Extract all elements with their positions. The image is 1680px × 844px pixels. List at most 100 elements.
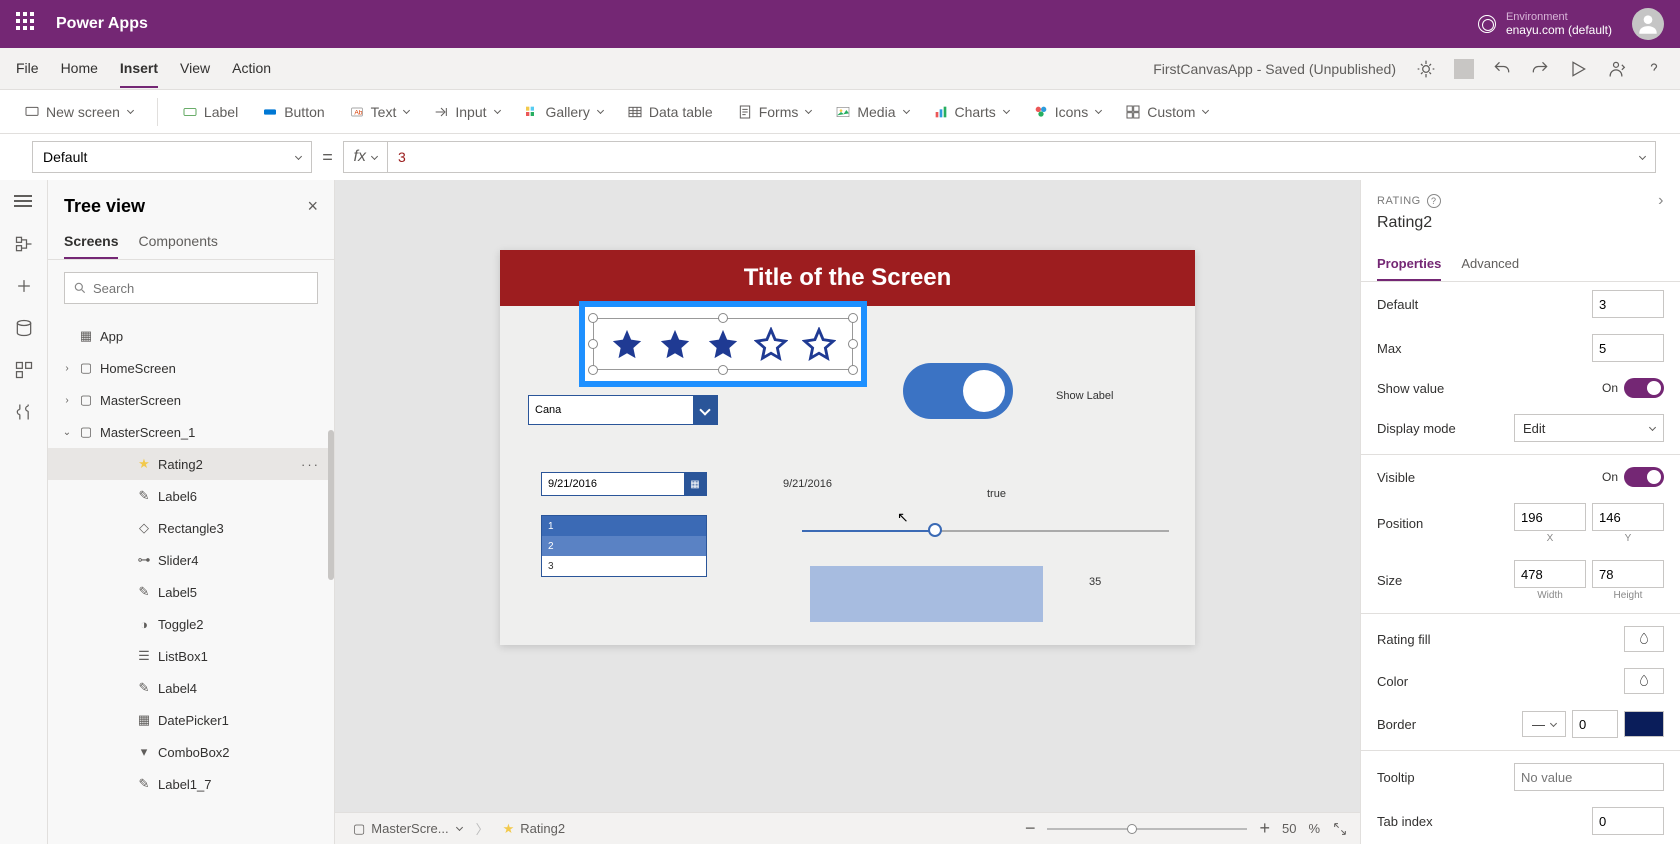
tree-node-combobox2[interactable]: ▾ComboBox2 xyxy=(48,736,334,768)
fx-label[interactable]: fx xyxy=(344,142,388,172)
menu-action[interactable]: Action xyxy=(232,50,271,88)
menu-view[interactable]: View xyxy=(180,50,210,88)
tree-node-slider4[interactable]: ⊶Slider4 xyxy=(48,544,334,576)
tree-scrollbar[interactable] xyxy=(328,430,334,580)
listbox-item[interactable]: 3 xyxy=(542,556,706,576)
prop-tooltip-input[interactable] xyxy=(1514,763,1664,791)
tree-node-toggle2[interactable]: ◑Toggle2 xyxy=(48,608,334,640)
ribbon-media[interactable]: Media xyxy=(835,104,908,120)
listbox-control[interactable]: 1 2 3 xyxy=(541,515,707,577)
prop-border-style[interactable]: — xyxy=(1522,711,1566,737)
prop-default-input[interactable] xyxy=(1592,290,1664,318)
tree-node-label17[interactable]: ✎Label1_7 xyxy=(48,768,334,800)
redo-icon[interactable] xyxy=(1530,59,1550,79)
prop-x-input[interactable] xyxy=(1514,503,1586,531)
help-icon[interactable]: ? xyxy=(1427,194,1441,208)
canvas-screen[interactable]: Title of the Screen Cana xyxy=(500,250,1195,645)
zoom-out-icon[interactable]: − xyxy=(1025,818,1036,839)
tree-node-app[interactable]: ▦App xyxy=(48,320,334,352)
breadcrumb-selection[interactable]: ★ Rating2 xyxy=(497,819,571,839)
tree-node-masterscreen[interactable]: ›▢MasterScreen xyxy=(48,384,334,416)
prop-max-input[interactable] xyxy=(1592,334,1664,362)
tree-node-rectangle3[interactable]: ◇Rectangle3 xyxy=(48,512,334,544)
menu-insert[interactable]: Insert xyxy=(120,50,158,88)
prop-tab-index-input[interactable] xyxy=(1592,807,1664,835)
ribbon-data-table[interactable]: Data table xyxy=(627,104,713,120)
tree-view-icon[interactable] xyxy=(14,234,34,254)
user-avatar[interactable] xyxy=(1632,8,1664,40)
tree-node-masterscreen1[interactable]: ⌄▢MasterScreen_1 xyxy=(48,416,334,448)
toggle-control[interactable] xyxy=(903,363,1013,419)
data-icon[interactable] xyxy=(14,318,34,338)
ribbon-input[interactable]: Input xyxy=(433,104,499,120)
tree-node-homescreen[interactable]: ›▢HomeScreen xyxy=(48,352,334,384)
insert-icon[interactable] xyxy=(14,276,34,296)
prop-color-button[interactable] xyxy=(1624,668,1664,694)
prop-show-value-toggle[interactable] xyxy=(1624,378,1664,398)
slider-control[interactable] xyxy=(802,530,1169,532)
property-selector[interactable]: Default xyxy=(32,141,312,173)
prop-border-color[interactable] xyxy=(1624,711,1664,737)
rectangle-control[interactable] xyxy=(810,566,1043,622)
share-icon[interactable] xyxy=(1606,59,1626,79)
help-icon[interactable] xyxy=(1644,59,1664,79)
tab-components[interactable]: Components xyxy=(138,225,217,259)
close-tree-icon[interactable]: × xyxy=(307,196,318,217)
listbox-item[interactable]: 1 xyxy=(542,516,706,536)
ribbon-button[interactable]: Button xyxy=(262,104,324,120)
combobox-control[interactable]: Cana xyxy=(528,395,718,425)
more-icon[interactable]: ··· xyxy=(301,457,320,472)
tab-screens[interactable]: Screens xyxy=(64,225,118,259)
prop-visible-toggle[interactable] xyxy=(1624,467,1664,487)
prop-width-input[interactable] xyxy=(1514,560,1586,588)
environment-picker[interactable]: Environment enayu.com (default) xyxy=(1478,11,1612,37)
search-input[interactable] xyxy=(93,281,309,296)
listbox-item[interactable]: 2 xyxy=(542,536,706,556)
tree-node-label4[interactable]: ✎Label4 xyxy=(48,672,334,704)
props-tab-advanced[interactable]: Advanced xyxy=(1461,248,1519,281)
breadcrumb-screen[interactable]: ▢ MasterScre... xyxy=(347,819,468,839)
props-tab-properties[interactable]: Properties xyxy=(1377,248,1441,281)
datepicker-control[interactable]: 9/21/2016 ▦ xyxy=(541,472,707,496)
undo-icon[interactable] xyxy=(1492,59,1512,79)
hamburger-icon[interactable] xyxy=(14,192,34,212)
prop-y-input[interactable] xyxy=(1592,503,1664,531)
ribbon-new-screen[interactable]: New screen xyxy=(24,104,133,120)
tree-node-label6[interactable]: ✎Label6 xyxy=(48,480,334,512)
ribbon-icons[interactable]: Icons xyxy=(1033,104,1101,120)
calendar-icon[interactable]: ▦ xyxy=(684,473,706,495)
charts-icon xyxy=(933,104,949,120)
ribbon-charts[interactable]: Charts xyxy=(933,104,1009,120)
prop-border-width[interactable] xyxy=(1572,710,1618,738)
tree-node-datepicker1[interactable]: ▦DatePicker1 xyxy=(48,704,334,736)
expand-formula-icon[interactable] xyxy=(1628,148,1655,166)
prop-display-mode-select[interactable]: Edit xyxy=(1514,414,1664,442)
formula-bar[interactable]: fx 3 xyxy=(343,141,1656,173)
media-panel-icon[interactable] xyxy=(14,360,34,380)
menu-file[interactable]: File xyxy=(16,50,39,88)
fit-screen-icon[interactable] xyxy=(1332,821,1348,837)
combobox-dropdown-button[interactable] xyxy=(693,396,717,424)
advanced-tools-icon[interactable] xyxy=(14,402,34,422)
play-icon[interactable] xyxy=(1568,59,1588,79)
zoom-in-icon[interactable]: + xyxy=(1259,818,1270,839)
zoom-slider[interactable] xyxy=(1047,828,1247,830)
slider-thumb[interactable] xyxy=(928,523,942,537)
ribbon-gallery[interactable]: Gallery xyxy=(524,104,603,120)
rating-control-selected[interactable] xyxy=(579,301,867,387)
tree-node-rating2[interactable]: ★Rating2··· xyxy=(48,448,334,480)
tree-node-listbox1[interactable]: ☰ListBox1 xyxy=(48,640,334,672)
app-checker-icon[interactable] xyxy=(1416,59,1436,79)
ribbon-text[interactable]: Ab Text xyxy=(349,104,410,120)
prop-height-input[interactable] xyxy=(1592,560,1664,588)
formula-value[interactable]: 3 xyxy=(388,149,1628,165)
app-launcher-icon[interactable] xyxy=(16,12,40,36)
ribbon-label[interactable]: Label xyxy=(182,104,238,120)
tree-node-label5[interactable]: ✎Label5 xyxy=(48,576,334,608)
tree-search[interactable] xyxy=(64,272,318,304)
menu-home[interactable]: Home xyxy=(61,50,98,88)
prop-rating-fill-button[interactable] xyxy=(1624,626,1664,652)
ribbon-forms[interactable]: Forms xyxy=(737,104,812,120)
chevron-right-icon[interactable]: › xyxy=(1658,192,1664,210)
ribbon-custom[interactable]: Custom xyxy=(1125,104,1208,120)
